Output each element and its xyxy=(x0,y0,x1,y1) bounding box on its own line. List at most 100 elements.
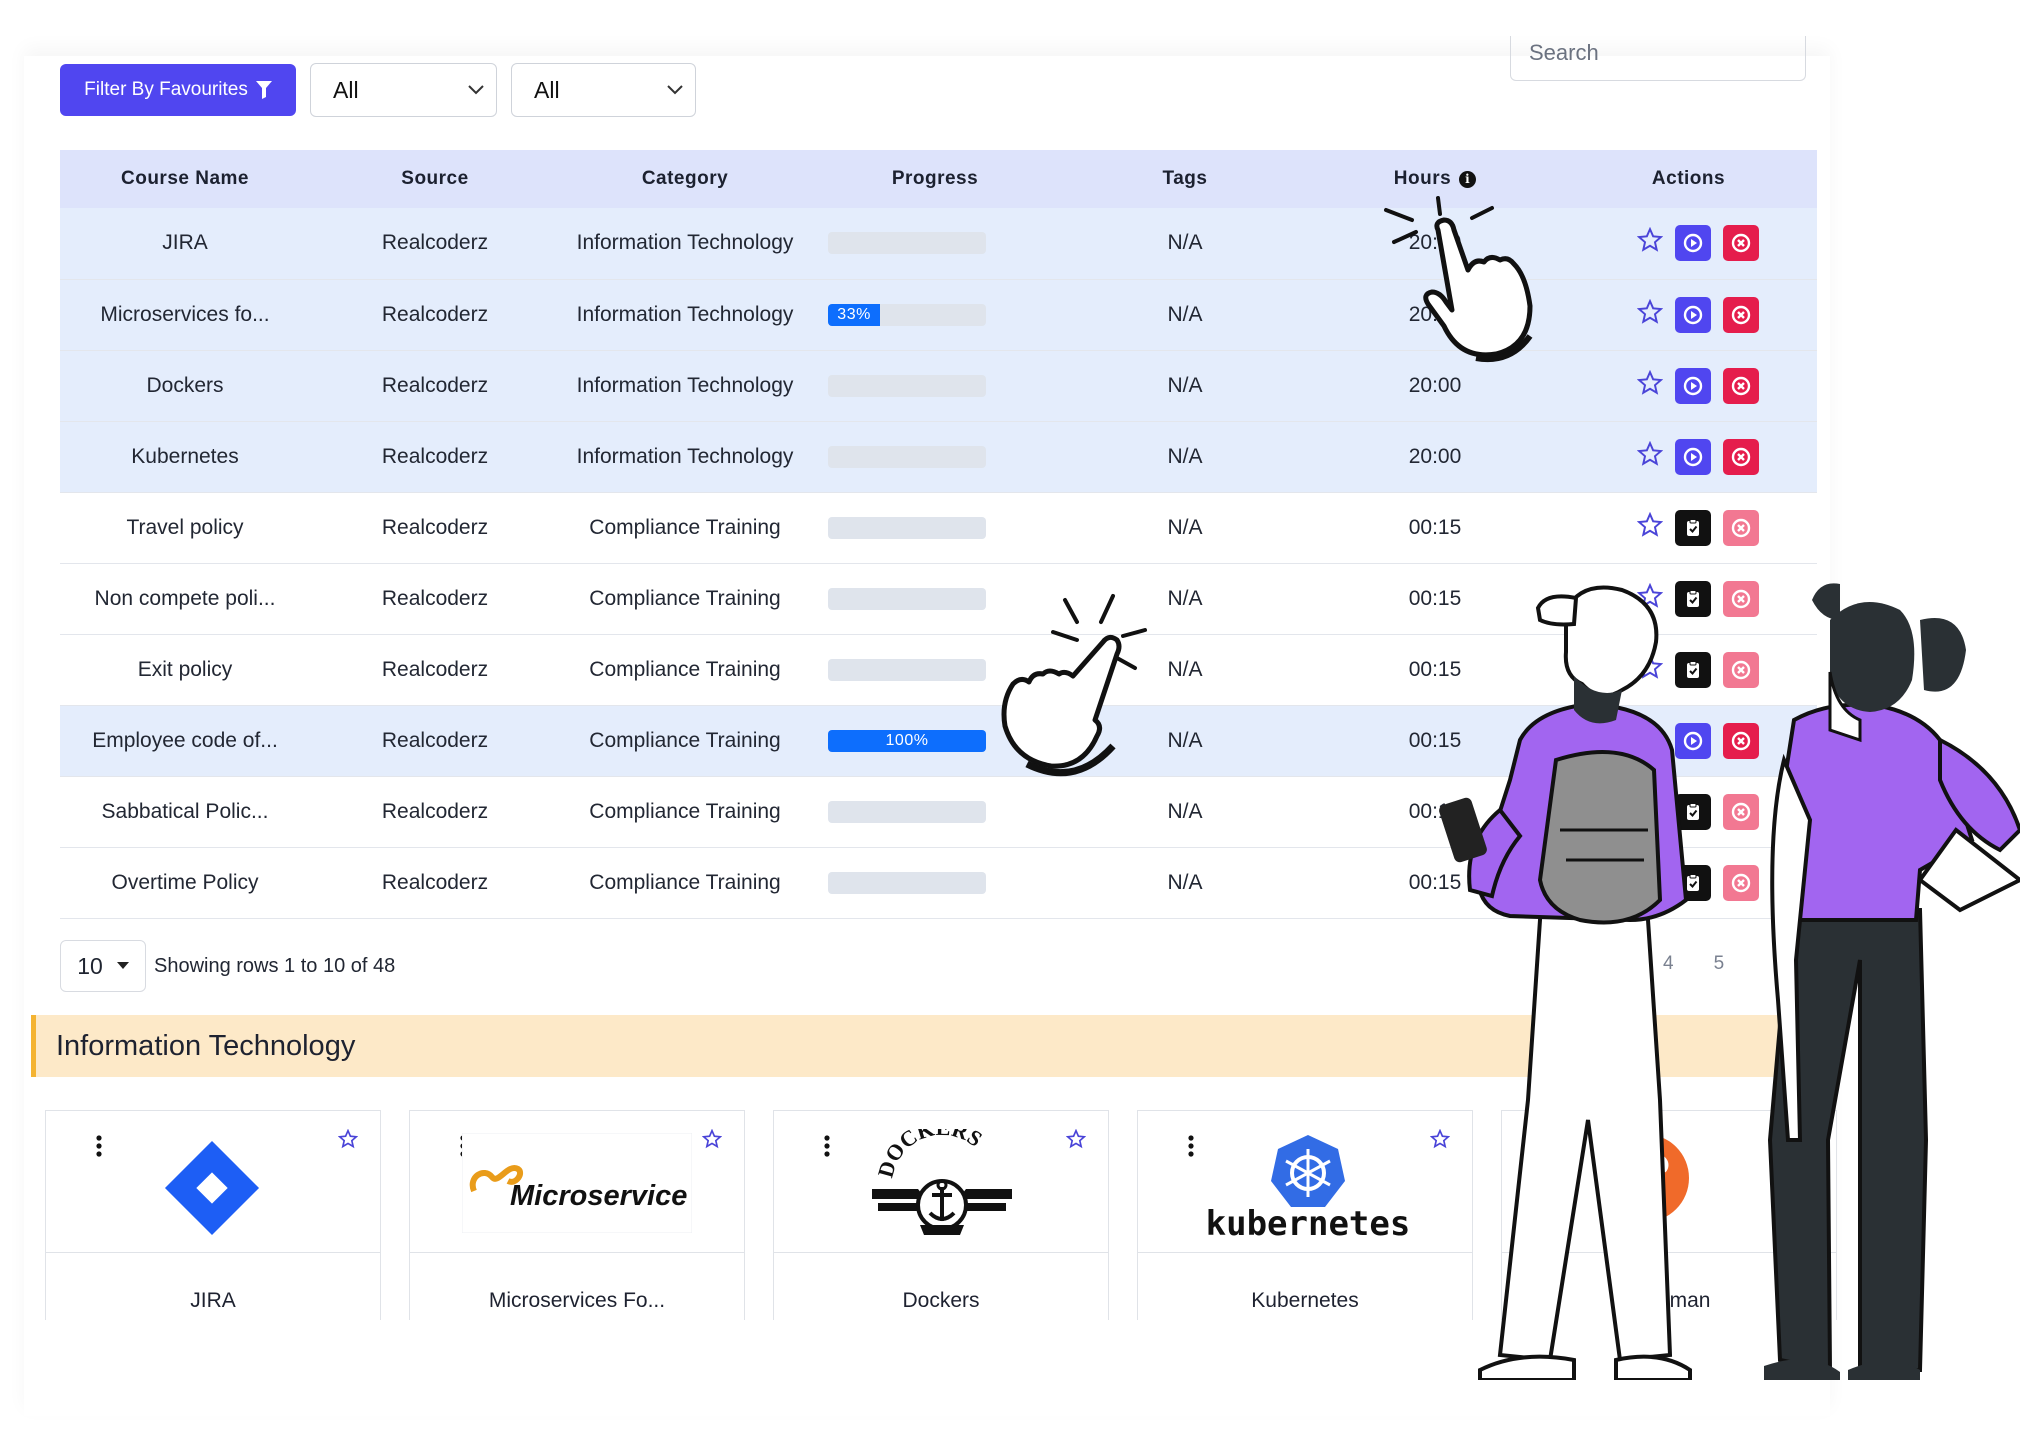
table-row[interactable]: Sabbatical Polic... Realcoderz Compliance … xyxy=(60,776,1817,848)
course-card-kubernetes[interactable]: kubernetes Kubernetes xyxy=(1137,1110,1473,1320)
favourite-button[interactable] xyxy=(1636,440,1663,473)
column-header-category[interactable]: Category xyxy=(560,150,810,208)
star-outline-icon[interactable] xyxy=(1636,298,1663,325)
star-outline-icon[interactable] xyxy=(1636,511,1663,538)
favourite-button[interactable] xyxy=(1636,298,1663,331)
progress-bar xyxy=(828,445,986,468)
table-row[interactable]: Exit policy Realcoderz Compliance Training… xyxy=(60,634,1817,706)
remove-button[interactable] xyxy=(1722,722,1759,759)
progress-bar xyxy=(828,587,986,610)
cell-course-name[interactable]: Employee code of... xyxy=(60,705,310,777)
kebab-menu-icon[interactable] xyxy=(824,1135,830,1157)
cell-tags: N/A xyxy=(1060,421,1310,493)
table-row[interactable]: Overtime Policy Realcoderz Compliance Trai… xyxy=(60,847,1817,919)
star-outline-icon[interactable] xyxy=(1430,1129,1450,1149)
favourite-button[interactable] xyxy=(1636,866,1663,899)
cell-course-name[interactable]: Sabbatical Polic... xyxy=(60,776,310,848)
cell-course-name[interactable]: Overtime Policy xyxy=(60,847,310,919)
cell-course-name[interactable]: Kubernetes xyxy=(60,421,310,493)
star-outline-icon[interactable] xyxy=(1636,653,1663,680)
table-row[interactable]: Dockers Realcoderz Information Technology N… xyxy=(60,350,1817,422)
assessment-button[interactable] xyxy=(1674,651,1711,688)
star-outline-icon[interactable] xyxy=(1066,1129,1086,1149)
cell-course-name[interactable]: Exit policy xyxy=(60,634,310,706)
star-outline-icon[interactable] xyxy=(1636,369,1663,396)
remove-button[interactable] xyxy=(1722,296,1759,333)
assessment-button[interactable] xyxy=(1674,580,1711,617)
course-card-microservices[interactable]: Microservice Microservices Fo... xyxy=(409,1110,745,1320)
play-button[interactable] xyxy=(1674,438,1711,475)
chevron-down-icon xyxy=(468,85,484,95)
star-outline-icon[interactable] xyxy=(1636,226,1663,253)
cell-course-name[interactable]: Dockers xyxy=(60,350,310,422)
remove-button[interactable] xyxy=(1722,651,1759,688)
star-outline-icon[interactable] xyxy=(702,1129,722,1149)
column-header-hours[interactable]: Hours i xyxy=(1310,150,1560,208)
column-header-tags[interactable]: Tags xyxy=(1060,150,1310,208)
remove-button[interactable] xyxy=(1722,509,1759,546)
page-size-select[interactable]: 10 xyxy=(60,940,146,992)
section-header: Information Technology xyxy=(31,1015,1811,1077)
table-row[interactable]: Travel policy Realcoderz Compliance Traini… xyxy=(60,492,1817,564)
assessment-button[interactable] xyxy=(1674,793,1711,830)
table-row[interactable]: Kubernetes Realcoderz Information Technolo… xyxy=(60,421,1817,493)
course-card-dockers[interactable]: DOCKERS Dockers xyxy=(773,1110,1109,1320)
page-link-4[interactable]: 4 xyxy=(1663,953,1674,975)
cell-category: Compliance Training xyxy=(560,492,810,564)
table-row[interactable]: JIRA Realcoderz Information Technology N/A 2… xyxy=(60,208,1817,280)
cell-course-name[interactable]: Microservices fo... xyxy=(60,279,310,351)
remove-button[interactable] xyxy=(1722,864,1759,901)
column-header-progress[interactable]: Progress xyxy=(810,150,1060,208)
favourite-button[interactable] xyxy=(1636,582,1663,615)
favourite-button[interactable] xyxy=(1636,795,1663,828)
favourite-button[interactable] xyxy=(1636,226,1663,259)
cell-course-name[interactable]: Travel policy xyxy=(60,492,310,564)
play-button[interactable] xyxy=(1674,296,1711,333)
star-outline-icon[interactable] xyxy=(1636,440,1663,467)
assessment-button[interactable] xyxy=(1674,509,1711,546)
star-outline-icon[interactable] xyxy=(1636,866,1663,893)
cell-tags: N/A xyxy=(1060,279,1310,351)
favourite-button[interactable] xyxy=(1636,369,1663,402)
remove-button[interactable] xyxy=(1722,367,1759,404)
favourite-button[interactable] xyxy=(1636,724,1663,757)
kebab-menu-icon[interactable] xyxy=(96,1135,102,1157)
table-row[interactable]: Employee code of... Realcoderz Compliance … xyxy=(60,705,1817,777)
cell-course-name[interactable]: Non compete poli... xyxy=(60,563,310,635)
remove-button[interactable] xyxy=(1722,438,1759,475)
kebab-menu-icon[interactable] xyxy=(1188,1135,1194,1157)
category-filter-select[interactable]: All xyxy=(511,63,696,117)
cell-progress: 100% xyxy=(810,705,1060,777)
star-outline-icon[interactable] xyxy=(338,1129,358,1149)
star-outline-icon[interactable] xyxy=(1636,724,1663,751)
cell-actions xyxy=(1560,279,1817,351)
cell-source: Realcoderz xyxy=(310,350,560,422)
info-icon[interactable]: i xyxy=(1459,171,1477,188)
remove-button[interactable] xyxy=(1722,580,1759,617)
favourite-button[interactable] xyxy=(1636,653,1663,686)
remove-button[interactable] xyxy=(1722,225,1759,262)
cell-hours: 00:15 xyxy=(1310,563,1560,635)
play-button[interactable] xyxy=(1674,225,1711,262)
page-link-5[interactable]: 5 xyxy=(1714,953,1725,975)
column-header-source[interactable]: Source xyxy=(310,150,560,208)
filter-by-favourites-button[interactable]: Filter By Favourites xyxy=(60,64,296,116)
course-card-postman[interactable]: Postman xyxy=(1501,1110,1837,1320)
search-input[interactable]: Search xyxy=(1510,36,1806,81)
course-card-jira[interactable]: JIRA xyxy=(45,1110,381,1320)
remove-button[interactable] xyxy=(1722,793,1759,830)
play-circle-icon xyxy=(1683,447,1702,466)
cell-category: Compliance Training xyxy=(560,847,810,919)
column-header-course-name[interactable]: Course Name xyxy=(60,150,310,208)
table-row[interactable]: Non compete poli... Realcoderz Compliance … xyxy=(60,563,1817,635)
play-button[interactable] xyxy=(1674,367,1711,404)
source-filter-select[interactable]: All xyxy=(310,63,497,117)
play-button[interactable] xyxy=(1674,722,1711,759)
cell-course-name[interactable]: JIRA xyxy=(60,208,310,280)
star-outline-icon[interactable] xyxy=(1636,795,1663,822)
assessment-button[interactable] xyxy=(1674,864,1711,901)
cell-progress: 33% xyxy=(810,279,1060,351)
star-outline-icon[interactable] xyxy=(1636,582,1663,609)
favourite-button[interactable] xyxy=(1636,511,1663,544)
table-row[interactable]: Microservices fo... Realcoderz Information… xyxy=(60,279,1817,351)
